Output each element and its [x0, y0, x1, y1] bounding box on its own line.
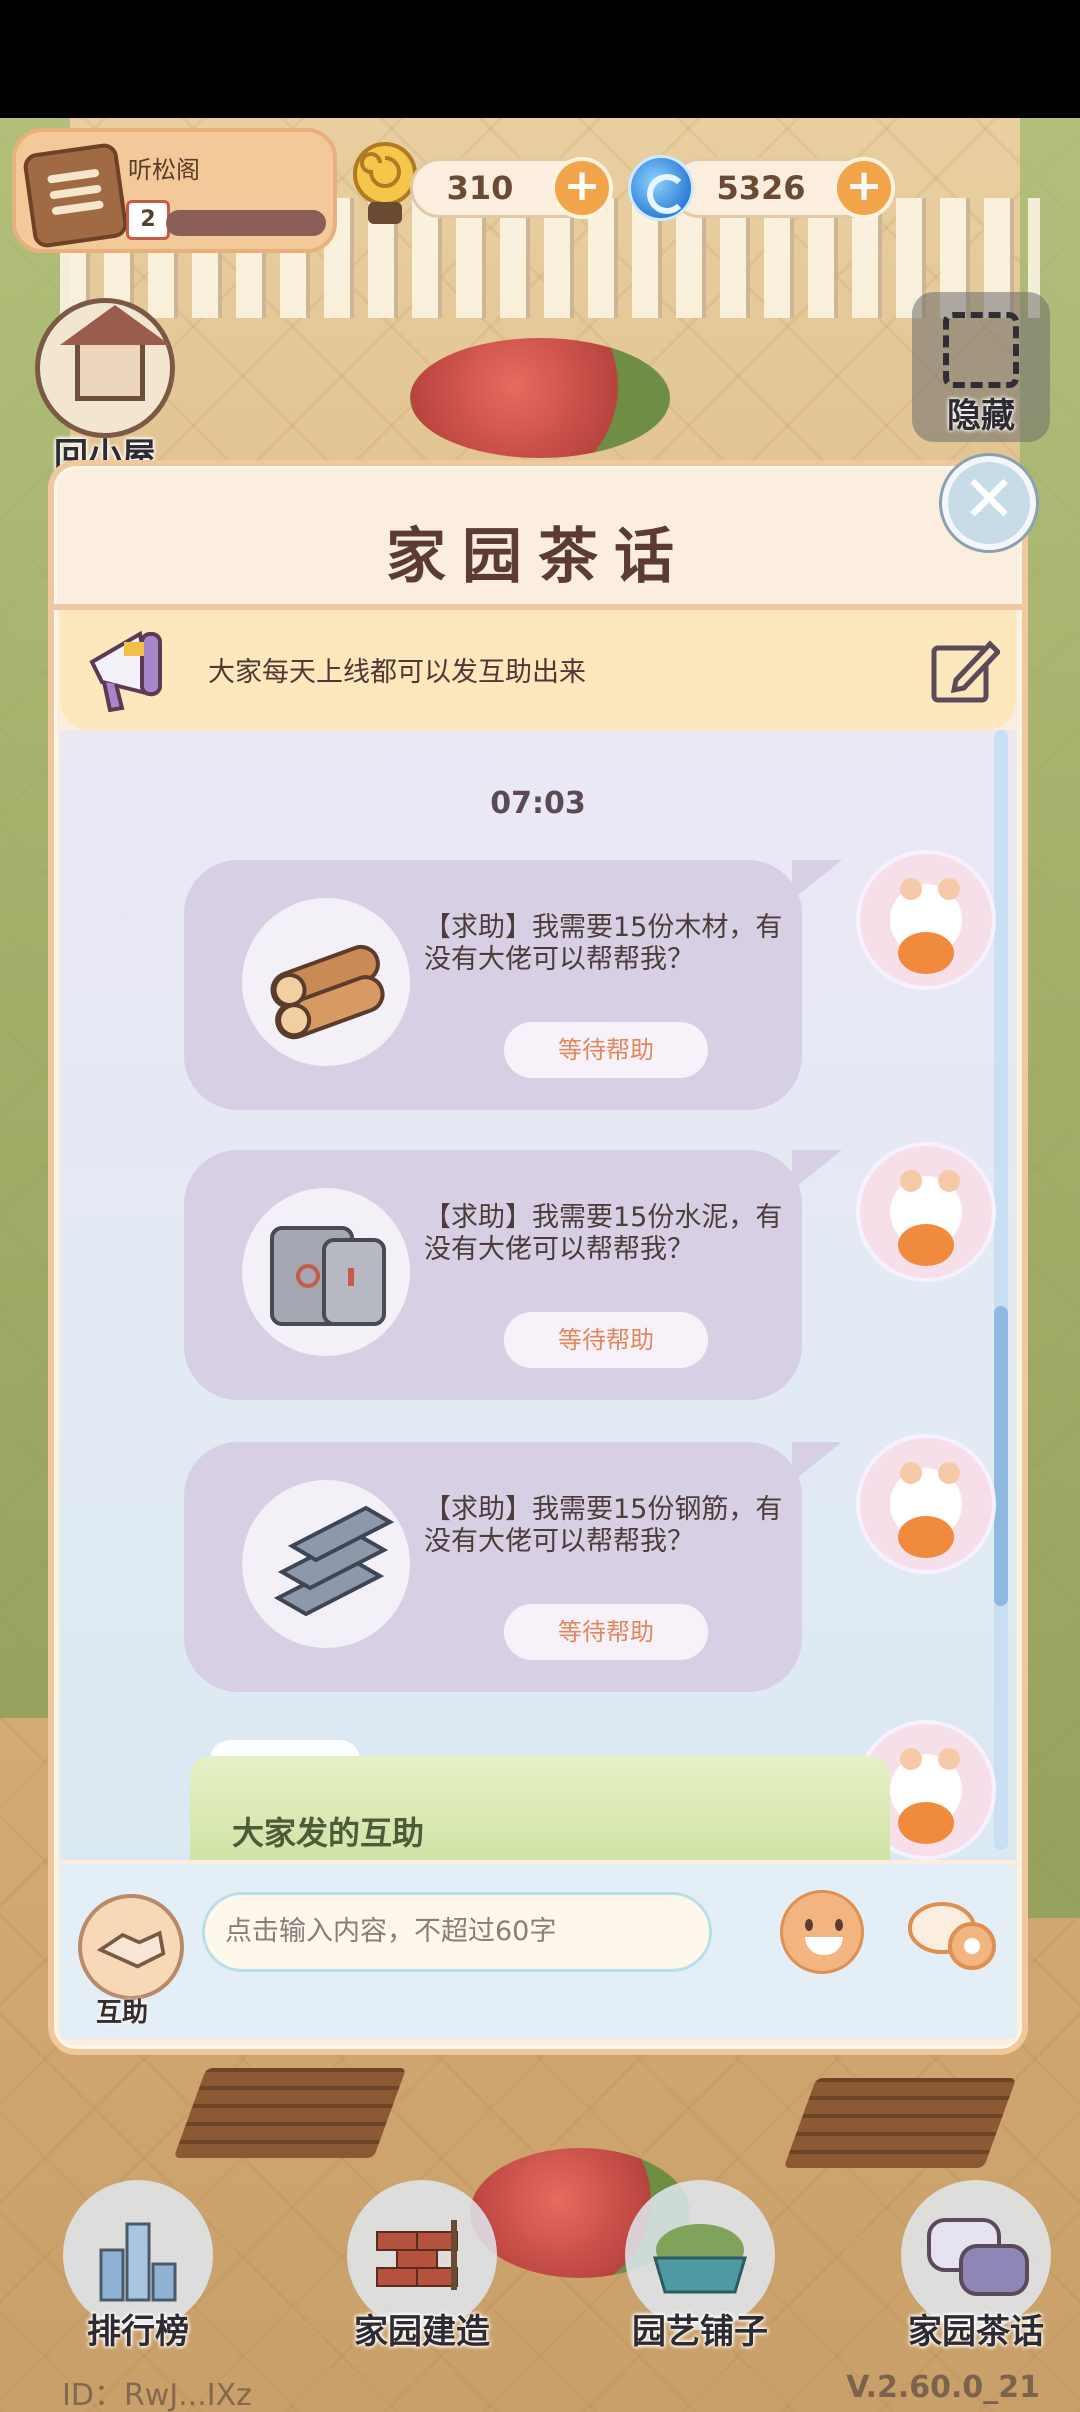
chat-settings-icon[interactable]: [906, 1894, 1002, 1974]
message-timestamp: 07:03: [490, 786, 586, 821]
banner-text: 大家发的互助: [232, 1814, 425, 1852]
hide-label: 隐藏: [947, 396, 1015, 436]
scrollbar-thumb[interactable]: [994, 1306, 1008, 1606]
house-icon-frame: [35, 298, 175, 438]
bench: [783, 2078, 1017, 2168]
nav-label: 家园建造: [354, 2312, 490, 2352]
panel-title: 家园茶话: [386, 522, 690, 592]
handshake-icon: [96, 1930, 166, 1969]
input-bar: 互助 点击输入内容，不超过60字: [60, 1864, 1016, 2039]
nav-label: 园艺铺子: [632, 2312, 768, 2352]
mutual-help-banner[interactable]: 大家发的互助: [190, 1756, 890, 1860]
nav-garden-shop[interactable]: 园艺铺子: [600, 2180, 800, 2353]
add-coins-button[interactable]: +: [551, 157, 613, 219]
await-help-button[interactable]: 等待帮助: [504, 1022, 708, 1078]
version-label: V.2.60.0_21: [846, 2370, 1040, 2405]
rose-bush: [410, 338, 670, 458]
message-text: 【求助】我需要15份木材，有没有大佬可以帮帮我？: [424, 912, 783, 975]
item-frame: [242, 898, 410, 1066]
item-frame: [242, 1480, 410, 1648]
fullscreen-icon: [943, 312, 1019, 388]
await-help-button[interactable]: 等待帮助: [504, 1604, 708, 1660]
chat-panel: 家园茶话 大家每天上线都可以发互助出来 07:03 【求助】我需要15份木材，有…: [48, 460, 1028, 2055]
message-list[interactable]: 07:03 【求助】我需要15份木材，有没有大佬可以帮帮我？ 等待帮助 【求助】…: [60, 730, 1016, 1860]
mutual-help-label: 互助: [96, 1998, 149, 2028]
notice-text: 大家每天上线都可以发互助出来: [208, 657, 586, 688]
level-badge: 2: [126, 200, 170, 240]
nav-tea-chat[interactable]: 家园茶话: [876, 2180, 1076, 2353]
player-avatar[interactable]: [856, 1142, 996, 1282]
scrollbar-track[interactable]: [994, 730, 1008, 1850]
hide-ui-button[interactable]: 隐藏: [912, 292, 1050, 442]
nav-label: 排行榜: [87, 2312, 189, 2352]
help-request-message: 【求助】我需要15份钢筋，有没有大佬可以帮帮我？ 等待帮助: [184, 1442, 842, 1692]
help-request-message: 【求助】我需要15份水泥，有没有大佬可以帮帮我？ 等待帮助: [184, 1150, 842, 1400]
journal-icon: [21, 141, 130, 250]
megaphone-icon: [89, 630, 162, 713]
nav-label: 家园茶话: [908, 2312, 1044, 2352]
item-frame: [242, 1188, 410, 1356]
cement-bags-icon: [270, 1226, 386, 1326]
emoji-button[interactable]: [780, 1890, 864, 1974]
gem-counter: 5326 +: [670, 157, 895, 219]
add-gems-button[interactable]: +: [833, 157, 895, 219]
player-name: 听松阁: [128, 156, 200, 184]
status-bar: [0, 0, 1080, 118]
chat-input[interactable]: 点击输入内容，不超过60字: [202, 1892, 712, 1972]
bench: [173, 2068, 407, 2158]
mutual-help-button[interactable]: [78, 1894, 184, 2000]
message-text: 【求助】我需要15份水泥，有没有大佬可以帮帮我？: [424, 1202, 783, 1265]
xp-bar: [166, 210, 326, 236]
message-text: 【求助】我需要15份钢筋，有没有大佬可以帮帮我？: [424, 1494, 783, 1557]
player-avatar[interactable]: [856, 1434, 996, 1574]
nav-home-build[interactable]: 家园建造: [322, 2180, 522, 2353]
coin-amount: 310: [446, 169, 514, 207]
edit-icon[interactable]: [928, 636, 1000, 706]
nav-leaderboard[interactable]: 排行榜: [38, 2180, 238, 2353]
home-button[interactable]: 回小屋: [30, 298, 180, 477]
player-avatar[interactable]: [856, 850, 996, 990]
player-id: ID：RwJ...IXz: [62, 2378, 252, 2412]
notice-bar: 大家每天上线都可以发互助出来: [60, 610, 1016, 730]
house-icon: [60, 305, 170, 401]
gem-swirl-icon: [628, 155, 694, 221]
player-card[interactable]: 听松阁 2: [12, 128, 337, 253]
bottom-nav: 排行榜 家园建造 园艺铺子 家园茶话: [0, 2180, 1080, 2370]
gem-amount: 5326: [716, 169, 806, 207]
coin-counter: 310 +: [410, 157, 613, 219]
wood-logs-icon: [270, 944, 385, 1040]
close-panel-button[interactable]: ✕: [942, 456, 1036, 550]
steel-bars-icon: [273, 1505, 395, 1617]
await-help-button[interactable]: 等待帮助: [504, 1312, 708, 1368]
help-request-message: 【求助】我需要15份木材，有没有大佬可以帮帮我？ 等待帮助: [184, 860, 842, 1110]
